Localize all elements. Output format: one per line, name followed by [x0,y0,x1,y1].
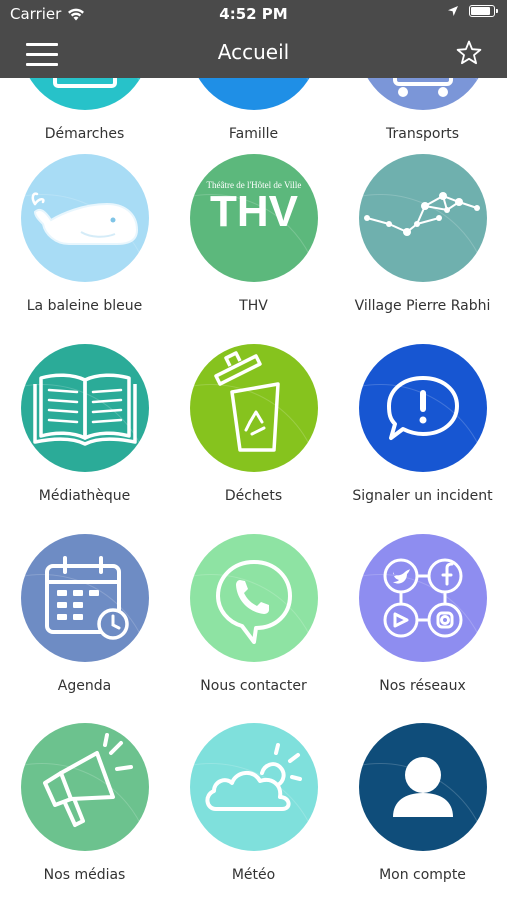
tile-label: Démarches [44,126,125,142]
tile-signaler-un-incident[interactable]: Signaler un incident [338,344,507,504]
thv-logo-text: THV [210,187,299,236]
contact-circle [189,534,318,662]
baleine-circle [20,154,149,282]
location-arrow-icon [448,6,458,16]
tile-nos-medias[interactable]: Nos médias [0,723,169,883]
calendar-icon [44,556,129,640]
tile-label: THV [239,298,268,314]
bus-icon [392,78,453,97]
tile-label: Signaler un incident [352,488,493,504]
social-icon [383,558,462,638]
status-right [447,5,498,17]
tile-mediatheque[interactable]: Médiathèque [0,344,169,504]
tile-label: Agenda [57,678,112,694]
book-icon [32,373,137,446]
tile-label: Village Pierre Rabhi [354,298,491,314]
tile-label: Nos réseaux [379,678,466,694]
village-circle [358,154,487,282]
user-icon [392,757,453,817]
transports-circle [358,78,487,110]
tile-label: Nous contacter [200,678,307,694]
tile-mon-compte[interactable]: Mon compte [338,723,507,883]
tile-label: Famille [228,126,279,142]
whale-icon [31,192,138,245]
page-title: Accueil [217,40,290,64]
incident-circle [358,344,487,472]
dechets-circle [189,344,318,472]
recycle-bin-icon [213,351,280,452]
tile-dechets[interactable]: Déchets [169,344,338,504]
tile-transports[interactable]: Transports [338,78,507,142]
battery-icon [469,5,498,17]
medias-circle [20,723,149,851]
tile-demarches[interactable]: Démarches [0,78,169,142]
agenda-circle [20,534,149,662]
megaphone-icon [42,733,133,827]
tile-label: Météo [231,867,276,883]
tile-label: La baleine bleue [26,298,143,314]
thv-logo-icon: Théâtre de l'Hôtel de Ville THV [206,180,301,236]
family-icon [190,78,318,110]
constellation-icon [363,192,480,236]
tile-label: Médiathèque [38,488,131,504]
nav-bar: Accueil [0,30,507,78]
weather-icon [205,743,302,811]
meteo-circle [189,723,318,851]
status-bar: Carrier 4:52 PM [0,0,507,30]
reseaux-circle [358,534,487,662]
demarches-circle [20,78,149,110]
famille-circle [189,78,318,110]
tile-meteo[interactable]: Météo [169,723,338,883]
tile-label: Nos médias [43,867,126,883]
tile-la-baleine-bleue[interactable]: La baleine bleue [0,154,169,314]
phone-bubble-icon [215,560,292,644]
tile-nos-reseaux[interactable]: Nos réseaux [338,534,507,694]
thv-circle: Théâtre de l'Hôtel de Ville THV [189,154,318,282]
tile-thv[interactable]: Théâtre de l'Hôtel de Ville THV THV [169,154,338,314]
tile-label: Transports [386,126,459,142]
tile-agenda[interactable]: Agenda [0,534,169,694]
mediatheque-circle [20,344,149,472]
tile-nous-contacter[interactable]: Nous contacter [169,534,338,694]
alert-bubble-icon [386,376,459,440]
folder-icon [52,78,117,88]
status-time: 4:52 PM [219,5,288,23]
tile-famille[interactable]: Famille [169,78,338,142]
tile-grid[interactable]: Démarches Famille Transports La baleine … [0,78,507,900]
favorite-star-icon[interactable] [455,39,483,67]
compte-circle [358,723,487,851]
tile-label: Déchets [224,488,283,504]
tile-village-pierre-rabhi[interactable]: Village Pierre Rabhi [338,154,507,314]
tile-label: Mon compte [379,867,466,883]
